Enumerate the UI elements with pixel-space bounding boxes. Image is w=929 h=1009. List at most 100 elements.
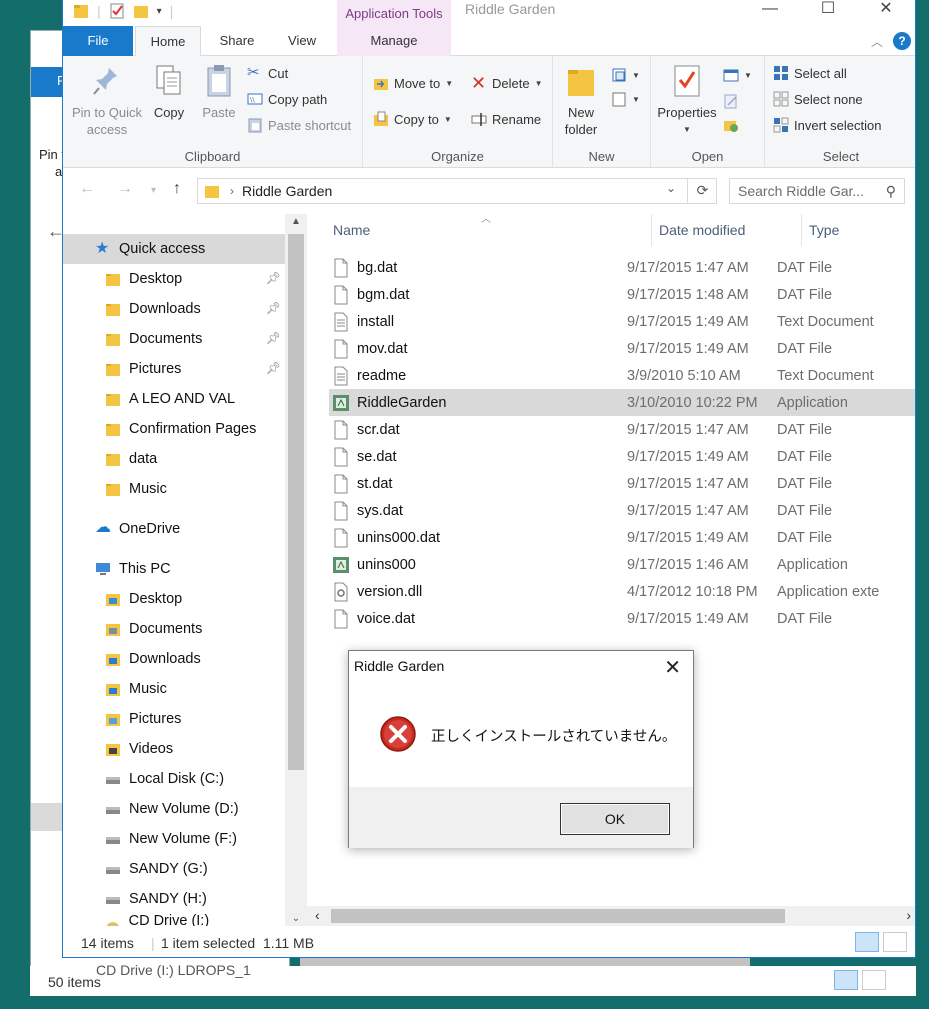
sidebar-item-qa-desktop[interactable]: Desktop 📌︎: [63, 264, 285, 294]
up-arrow-icon[interactable]: ↑: [173, 180, 181, 198]
easy-access-button[interactable]: ▼: [611, 88, 640, 110]
recent-locations-icon[interactable]: ▾: [151, 185, 156, 196]
back-arrow-icon[interactable]: ←: [79, 180, 95, 198]
sidebar-item-pc-downloads[interactable]: Downloads: [63, 644, 285, 674]
file-row[interactable]: readme 3/9/2010 5:10 AM Text Document: [329, 362, 915, 389]
background-large-icons-view-button[interactable]: [862, 970, 886, 990]
file-row[interactable]: version.dll 4/17/2012 10:18 PM Application…: [329, 578, 915, 605]
sidebar-item-qa-pictures[interactable]: Pictures 📌︎: [63, 354, 285, 384]
file-row[interactable]: scr.dat 9/17/2015 1:47 AM DAT File: [329, 416, 915, 443]
search-input[interactable]: Search Riddle Gar... ⚲: [729, 178, 905, 204]
breadcrumb-chevron-icon[interactable]: ›: [230, 184, 234, 198]
sidebar-item-pc-desktop[interactable]: Desktop: [63, 584, 285, 614]
sidebar-item-qa-downloads[interactable]: Downloads 📌︎: [63, 294, 285, 324]
minimize-button[interactable]: —: [747, 0, 793, 22]
collapse-ribbon-icon[interactable]: ︿: [871, 33, 883, 50]
sidebar-item-qa-a-leo-and-val[interactable]: A LEO AND VAL: [63, 384, 285, 414]
horizontal-scrollbar[interactable]: ‹ ›: [307, 906, 915, 926]
sidebar-item-pc-cd-drive-i-ldrops-1[interactable]: CD Drive (I:) LDROPS_1: [63, 913, 285, 926]
tab-view[interactable]: View: [275, 26, 329, 56]
maximize-button[interactable]: ☐: [805, 0, 851, 22]
forward-arrow-icon[interactable]: →: [117, 180, 133, 198]
navigation-scrollbar[interactable]: ▲ ⌄: [285, 214, 307, 926]
sidebar-item-pc-sandy-h[interactable]: SANDY (H:): [63, 884, 285, 914]
scroll-up-icon[interactable]: ▲: [285, 216, 307, 227]
paste-shortcut-button[interactable]: Paste shortcut: [247, 114, 351, 136]
column-divider[interactable]: [651, 214, 652, 246]
scroll-right-icon[interactable]: ›: [906, 907, 911, 923]
sidebar-item-pc-sandy-g[interactable]: SANDY (G:): [63, 854, 285, 884]
tab-file[interactable]: File: [63, 26, 133, 56]
details-view-button[interactable]: [855, 932, 879, 952]
copy-path-button[interactable]: \\ Copy path: [247, 88, 327, 110]
copy-button[interactable]: Copy: [147, 62, 191, 121]
background-details-view-button[interactable]: [834, 970, 858, 990]
background-file-tab[interactable]: F: [31, 67, 65, 97]
help-icon[interactable]: ?: [893, 32, 911, 50]
file-row[interactable]: st.dat 9/17/2015 1:47 AM DAT File: [329, 470, 915, 497]
file-row[interactable]: bgm.dat 9/17/2015 1:48 AM DAT File: [329, 281, 915, 308]
file-row[interactable]: install 9/17/2015 1:49 AM Text Document: [329, 308, 915, 335]
invert-selection-button[interactable]: Invert selection: [773, 114, 881, 136]
refresh-icon[interactable]: ⟳: [687, 178, 717, 204]
delete-button[interactable]: ✕ Delete ▼: [471, 72, 543, 94]
sidebar-item-pc-new-volume-f[interactable]: New Volume (F:): [63, 824, 285, 854]
select-none-button[interactable]: Select none: [773, 88, 863, 110]
tab-home[interactable]: Home: [135, 26, 201, 57]
tab-manage[interactable]: Manage: [337, 26, 451, 56]
file-row[interactable]: voice.dat 9/17/2015 1:49 AM DAT File: [329, 605, 915, 632]
navigation-scrollbar-thumb[interactable]: [288, 234, 304, 770]
customize-qat-icon[interactable]: ▾: [157, 6, 162, 17]
file-row[interactable]: RiddleGarden 3/10/2010 10:22 PM Applicatio…: [329, 389, 915, 416]
sidebar-item-quick-access[interactable]: ★ Quick access: [63, 234, 285, 264]
pin-icon[interactable]: 📌︎: [266, 331, 281, 345]
properties-qat-icon[interactable]: [109, 2, 125, 20]
select-all-button[interactable]: Select all: [773, 62, 847, 84]
rename-button[interactable]: Rename: [471, 108, 541, 130]
column-header-date-modified[interactable]: Date modified: [659, 222, 745, 238]
sidebar-item-pc-pictures[interactable]: Pictures: [63, 704, 285, 734]
sidebar-item-pc-new-volume-d[interactable]: New Volume (D:): [63, 794, 285, 824]
dialog-close-button[interactable]: ✕: [664, 655, 681, 680]
paste-button[interactable]: Paste: [197, 62, 241, 121]
new-item-button[interactable]: ▼: [611, 64, 640, 86]
pin-to-quick-access-button[interactable]: Pin to Quick access: [69, 62, 145, 138]
open-button[interactable]: ▼: [723, 64, 752, 86]
new-folder-button[interactable]: New folder: [559, 62, 603, 138]
copy-to-button[interactable]: Copy to ▼: [373, 108, 452, 130]
file-row[interactable]: sys.dat 9/17/2015 1:47 AM DAT File: [329, 497, 915, 524]
sidebar-item-pc-local-disk-c[interactable]: Local Disk (C:): [63, 764, 285, 794]
address-dropdown-icon[interactable]: ⌄: [666, 181, 676, 195]
file-row[interactable]: mov.dat 9/17/2015 1:49 AM DAT File: [329, 335, 915, 362]
file-row[interactable]: unins000 9/17/2015 1:46 AM Application: [329, 551, 915, 578]
sidebar-item-this-pc[interactable]: This PC: [63, 554, 285, 584]
large-icons-view-button[interactable]: [883, 932, 907, 952]
tab-share[interactable]: Share: [209, 26, 265, 56]
background-scrollbar[interactable]: [300, 958, 750, 966]
address-field[interactable]: › Riddle Garden ⌄: [197, 178, 717, 204]
sidebar-item-qa-data[interactable]: data: [63, 444, 285, 474]
move-to-button[interactable]: Move to ▼: [373, 72, 453, 94]
edit-button[interactable]: [723, 90, 739, 112]
sidebar-item-qa-documents[interactable]: Documents 📌︎: [63, 324, 285, 354]
file-row[interactable]: bg.dat 9/17/2015 1:47 AM DAT File: [329, 254, 915, 281]
scroll-down-icon[interactable]: ⌄: [285, 913, 307, 924]
scroll-left-icon[interactable]: ‹: [315, 907, 320, 923]
ok-button[interactable]: OK: [560, 803, 670, 835]
sidebar-item-pc-music[interactable]: Music: [63, 674, 285, 704]
sidebar-item-qa-music[interactable]: Music: [63, 474, 285, 504]
file-row[interactable]: unins000.dat 9/17/2015 1:49 AM DAT File: [329, 524, 915, 551]
cut-button[interactable]: ✂ Cut: [247, 62, 288, 84]
sidebar-item-pc-documents[interactable]: Documents: [63, 614, 285, 644]
new-folder-qat-icon[interactable]: [133, 2, 149, 20]
history-button[interactable]: [723, 114, 739, 136]
column-divider[interactable]: [801, 214, 802, 246]
pin-icon[interactable]: 📌︎: [266, 271, 281, 285]
file-row[interactable]: se.dat 9/17/2015 1:49 AM DAT File: [329, 443, 915, 470]
column-header-type[interactable]: Type: [809, 222, 839, 238]
sidebar-item-pc-videos[interactable]: Videos: [63, 734, 285, 764]
pin-icon[interactable]: 📌︎: [266, 361, 281, 375]
close-button[interactable]: ✕: [863, 0, 909, 22]
properties-button[interactable]: Properties ▼: [655, 62, 719, 138]
horizontal-scrollbar-thumb[interactable]: [331, 909, 785, 923]
